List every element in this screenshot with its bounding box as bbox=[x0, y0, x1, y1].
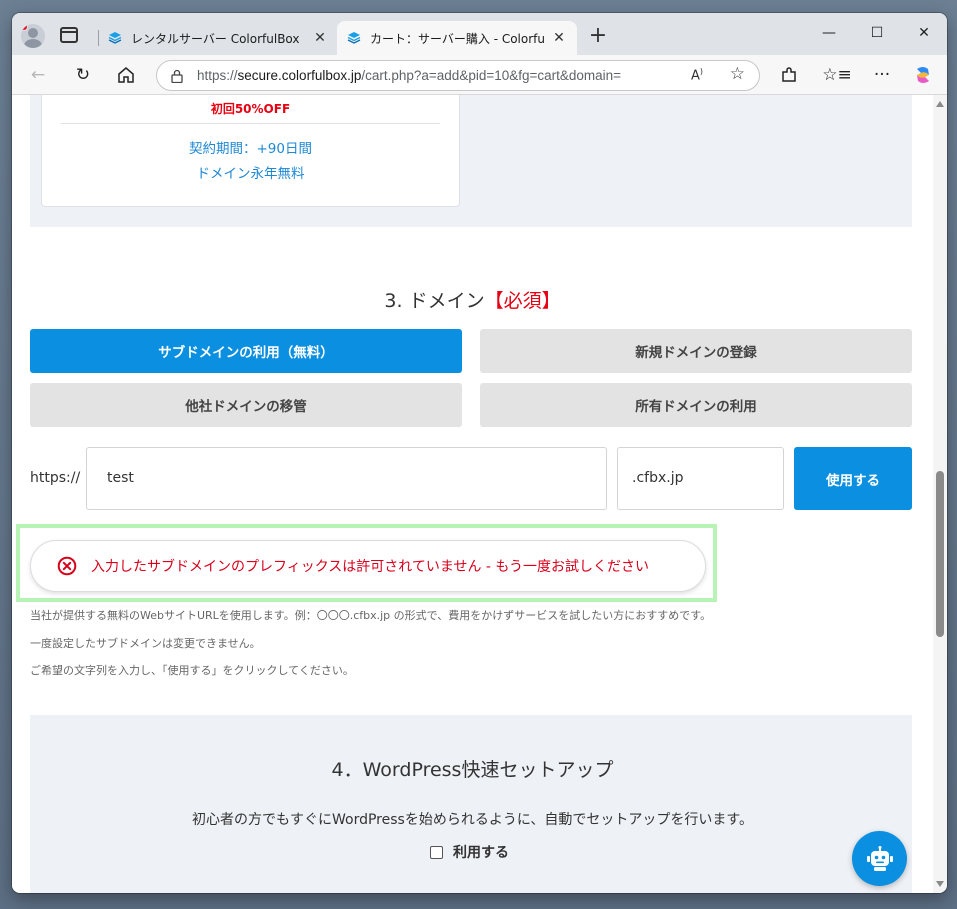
tab-close-icon[interactable]: ✕ bbox=[312, 30, 328, 46]
lock-icon[interactable] bbox=[171, 69, 183, 83]
colorfulbox-favicon-icon bbox=[347, 32, 361, 44]
wordpress-setup-checkbox[interactable]: 利用する bbox=[430, 842, 509, 862]
read-aloud-icon[interactable]: A) bbox=[691, 67, 703, 83]
subdomain-note: 一度設定したサブドメインは変更できません。 bbox=[30, 637, 261, 650]
option-own-domain-button[interactable]: 所有ドメインの利用 bbox=[480, 383, 912, 427]
home-icon[interactable] bbox=[115, 64, 137, 86]
tab-cart[interactable]: カート：サーバー購入 - ColorfulBox ✕ bbox=[337, 21, 577, 55]
close-window-icon[interactable]: ✕ bbox=[914, 25, 934, 41]
maximize-icon[interactable]: ☐ bbox=[867, 25, 887, 41]
scroll-up-arrow-icon[interactable] bbox=[936, 101, 944, 107]
copilot-icon[interactable] bbox=[912, 64, 934, 86]
url-text: https://secure.colorfulbox.jp/cart.php?a… bbox=[197, 68, 622, 83]
error-x-circle-icon bbox=[57, 556, 77, 576]
browser-toolbar: ← ↻ https://secure.colorfulbox.jp/cart.p… bbox=[12, 55, 947, 95]
back-arrow-icon[interactable]: ← bbox=[27, 64, 49, 86]
tab-title: カート：サーバー購入 - ColorfulBox bbox=[370, 31, 545, 46]
reload-icon[interactable]: ↻ bbox=[72, 64, 94, 86]
wordpress-description: 初心者の方でもすぐにWordPressを始められるように、自動でセットアップを行… bbox=[191, 812, 753, 828]
subdomain-note: ご希望の文字列を入力し、「使用する」をクリックしてください。 bbox=[30, 664, 354, 677]
use-button[interactable]: 使用する bbox=[794, 447, 912, 510]
checkbox[interactable] bbox=[430, 845, 443, 859]
required-badge: 【必須】 bbox=[484, 290, 561, 312]
scrollbar-thumb[interactable] bbox=[936, 471, 944, 637]
tab-close-icon[interactable]: ✕ bbox=[551, 30, 567, 46]
error-message: 入力したサブドメインのプレフィックスは許可されていません - もう一度お試しくだ… bbox=[91, 559, 649, 575]
page-scrollbar[interactable] bbox=[933, 95, 947, 893]
page-viewport: 初回50%OFF 契約期間：+90日間 ドメイン永年無料 3. ドメイン【必須】… bbox=[12, 95, 933, 893]
tab-bar: レンタルサーバー ColorfulBox（カラフ ✕ カート：サーバー購入 - … bbox=[12, 13, 947, 55]
error-alert: 入力したサブドメインのプレフィックスは許可されていません - もう一度お試しくだ… bbox=[30, 540, 706, 592]
url-prefix-label: https:// bbox=[30, 470, 81, 486]
address-bar[interactable]: https://secure.colorfulbox.jp/cart.php?a… bbox=[156, 60, 760, 91]
checkbox-label: 利用する bbox=[453, 845, 509, 861]
domain-suffix-field: .cfbx.jp bbox=[617, 447, 784, 510]
chatbot-button[interactable] bbox=[852, 831, 907, 886]
wordpress-section-title: 4．WordPress快速セットアップ bbox=[331, 759, 614, 781]
browser-window: レンタルサーバー ColorfulBox（カラフ ✕ カート：サーバー購入 - … bbox=[12, 13, 947, 893]
tab-actions-icon[interactable] bbox=[60, 27, 78, 43]
extensions-icon[interactable] bbox=[778, 64, 800, 86]
wordpress-section bbox=[30, 715, 912, 893]
tab-colorfulbox-home[interactable]: レンタルサーバー ColorfulBox（カラフ ✕ bbox=[98, 21, 338, 55]
plan-domain-free: ドメイン永年無料 bbox=[196, 166, 305, 182]
tab-title: レンタルサーバー ColorfulBox（カラフ bbox=[131, 31, 306, 46]
plan-card: 初回50%OFF 契約期間：+90日間 ドメイン永年無料 bbox=[41, 95, 460, 207]
robot-icon bbox=[866, 845, 893, 871]
new-tab-icon[interactable]: + bbox=[588, 25, 608, 47]
favorites-icon[interactable]: ☆≡ bbox=[822, 64, 851, 86]
plan-term: 契約期間：+90日間 bbox=[189, 141, 312, 157]
colorfulbox-favicon-icon bbox=[108, 32, 122, 44]
scroll-down-arrow-icon[interactable] bbox=[936, 881, 944, 887]
favorite-star-icon[interactable]: ☆ bbox=[730, 64, 745, 84]
minimize-icon[interactable]: — bbox=[819, 25, 839, 41]
domain-section-title: 3. ドメイン【必須】 bbox=[384, 290, 561, 312]
option-new-domain-button[interactable]: 新規ドメインの登録 bbox=[480, 329, 912, 373]
divider bbox=[61, 123, 440, 124]
subdomain-note: 当社が提供する無料のWebサイトURLを使用します。例：〇〇〇.cfbx.jp … bbox=[30, 609, 712, 622]
option-subdomain-button[interactable]: サブドメインの利用（無料） bbox=[30, 329, 462, 373]
profile-avatar[interactable] bbox=[21, 24, 45, 48]
plan-discount: 初回50%OFF bbox=[210, 102, 291, 116]
more-menu-icon[interactable]: ··· bbox=[871, 64, 893, 86]
option-transfer-domain-button[interactable]: 他社ドメインの移管 bbox=[30, 383, 462, 427]
subdomain-input[interactable]: test bbox=[86, 447, 607, 510]
